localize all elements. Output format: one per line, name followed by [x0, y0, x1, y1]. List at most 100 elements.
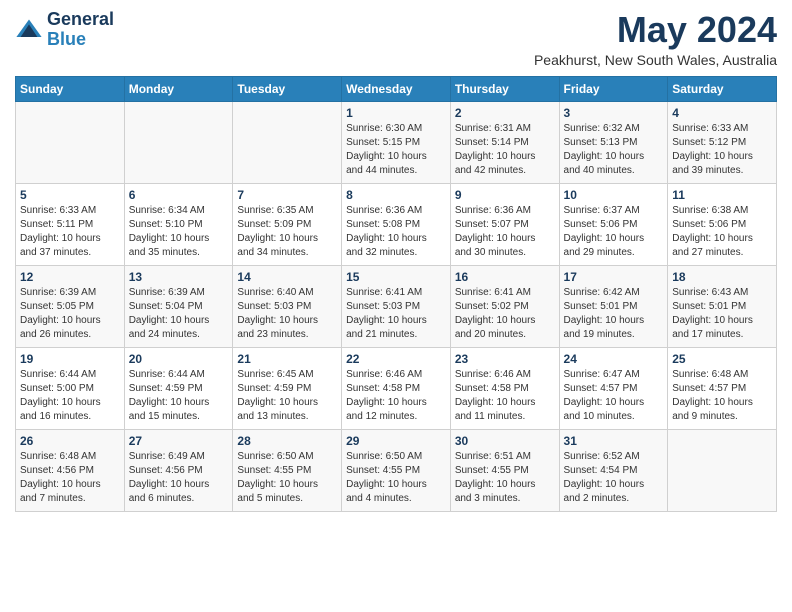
- day-info: Sunrise: 6:30 AM Sunset: 5:15 PM Dayligh…: [346, 122, 446, 178]
- header-tuesday: Tuesday: [233, 76, 342, 101]
- day-number: 15: [346, 270, 446, 284]
- calendar-cell: 15Sunrise: 6:41 AM Sunset: 5:03 PM Dayli…: [342, 265, 451, 347]
- day-number: 14: [237, 270, 337, 284]
- calendar-cell: 8 Sunrise: 6:36 AM Sunset: 5:08 PM Daylig…: [342, 183, 451, 265]
- day-number: 6: [129, 188, 229, 202]
- calendar-cell: 14 Sunrise: 6:40 AM Sunset: 5:03 PM Dayli…: [233, 265, 342, 347]
- calendar-cell: [668, 429, 777, 511]
- day-number: 12: [20, 270, 120, 284]
- day-info: Sunrise: 6:36 AM Sunset: 5:08 PM Dayligh…: [346, 204, 446, 260]
- day-info: Sunrise: 6:32 AM Sunset: 5:13 PM Dayligh…: [564, 122, 664, 178]
- calendar-week-2: 5 Sunrise: 6:33 AM Sunset: 5:11 PM Daylig…: [16, 183, 777, 265]
- calendar-cell: 5 Sunrise: 6:33 AM Sunset: 5:11 PM Daylig…: [16, 183, 125, 265]
- calendar-week-1: 1 Sunrise: 6:30 AM Sunset: 5:15 PM Daylig…: [16, 101, 777, 183]
- day-info: Sunrise: 6:39 AM Sunset: 5:05 PM Dayligh…: [20, 286, 120, 342]
- calendar-cell: 4Sunrise: 6:33 AM Sunset: 5:12 PM Daylig…: [668, 101, 777, 183]
- day-number: 30: [455, 434, 555, 448]
- day-info: Sunrise: 6:36 AM Sunset: 5:07 PM Dayligh…: [455, 204, 555, 260]
- calendar-cell: 27 Sunrise: 6:49 AM Sunset: 4:56 PM Dayli…: [124, 429, 233, 511]
- day-info: Sunrise: 6:44 AM Sunset: 4:59 PM Dayligh…: [129, 368, 229, 424]
- calendar-cell: 19Sunrise: 6:44 AM Sunset: 5:00 PM Dayli…: [16, 347, 125, 429]
- calendar-cell: 12 Sunrise: 6:39 AM Sunset: 5:05 PM Dayli…: [16, 265, 125, 347]
- day-info: Sunrise: 6:33 AM Sunset: 5:11 PM Dayligh…: [20, 204, 120, 260]
- day-number: 22: [346, 352, 446, 366]
- day-number: 7: [237, 188, 337, 202]
- day-info: Sunrise: 6:46 AM Sunset: 4:58 PM Dayligh…: [346, 368, 446, 424]
- day-number: 13: [129, 270, 229, 284]
- day-number: 29: [346, 434, 446, 448]
- calendar-cell: 1 Sunrise: 6:30 AM Sunset: 5:15 PM Daylig…: [342, 101, 451, 183]
- calendar-body: 1 Sunrise: 6:30 AM Sunset: 5:15 PM Daylig…: [16, 101, 777, 511]
- calendar-cell: 22 Sunrise: 6:46 AM Sunset: 4:58 PM Dayli…: [342, 347, 451, 429]
- day-info: Sunrise: 6:48 AM Sunset: 4:57 PM Dayligh…: [672, 368, 772, 424]
- location-subtitle: Peakhurst, New South Wales, Australia: [534, 52, 777, 68]
- day-info: Sunrise: 6:39 AM Sunset: 5:04 PM Dayligh…: [129, 286, 229, 342]
- day-number: 18: [672, 270, 772, 284]
- calendar-cell: 10 Sunrise: 6:37 AM Sunset: 5:06 PM Dayli…: [559, 183, 668, 265]
- day-number: 25: [672, 352, 772, 366]
- day-number: 2: [455, 106, 555, 120]
- logo-icon: [15, 16, 43, 44]
- day-number: 31: [564, 434, 664, 448]
- day-info: Sunrise: 6:46 AM Sunset: 4:58 PM Dayligh…: [455, 368, 555, 424]
- day-info: Sunrise: 6:47 AM Sunset: 4:57 PM Dayligh…: [564, 368, 664, 424]
- header-wednesday: Wednesday: [342, 76, 451, 101]
- logo-text: General Blue: [47, 10, 114, 50]
- day-number: 26: [20, 434, 120, 448]
- day-number: 16: [455, 270, 555, 284]
- header-monday: Monday: [124, 76, 233, 101]
- day-number: 23: [455, 352, 555, 366]
- day-number: 9: [455, 188, 555, 202]
- day-info: Sunrise: 6:52 AM Sunset: 4:54 PM Dayligh…: [564, 450, 664, 506]
- day-info: Sunrise: 6:34 AM Sunset: 5:10 PM Dayligh…: [129, 204, 229, 260]
- calendar-cell: 30Sunrise: 6:51 AM Sunset: 4:55 PM Dayli…: [450, 429, 559, 511]
- calendar-week-3: 12 Sunrise: 6:39 AM Sunset: 5:05 PM Dayli…: [16, 265, 777, 347]
- calendar-cell: 20Sunrise: 6:44 AM Sunset: 4:59 PM Dayli…: [124, 347, 233, 429]
- calendar-cell: 6 Sunrise: 6:34 AM Sunset: 5:10 PM Daylig…: [124, 183, 233, 265]
- day-number: 27: [129, 434, 229, 448]
- calendar-cell: 17Sunrise: 6:42 AM Sunset: 5:01 PM Dayli…: [559, 265, 668, 347]
- calendar-cell: 7 Sunrise: 6:35 AM Sunset: 5:09 PM Daylig…: [233, 183, 342, 265]
- day-number: 28: [237, 434, 337, 448]
- calendar-week-4: 19Sunrise: 6:44 AM Sunset: 5:00 PM Dayli…: [16, 347, 777, 429]
- calendar-cell: 26 Sunrise: 6:48 AM Sunset: 4:56 PM Dayli…: [16, 429, 125, 511]
- days-of-week-row: Sunday Monday Tuesday Wednesday Thursday…: [16, 76, 777, 101]
- page-header: General Blue May 2024 Peakhurst, New Sou…: [15, 10, 777, 68]
- calendar-cell: 9 Sunrise: 6:36 AM Sunset: 5:07 PM Daylig…: [450, 183, 559, 265]
- calendar-cell: 2 Sunrise: 6:31 AM Sunset: 5:14 PM Daylig…: [450, 101, 559, 183]
- calendar-cell: 16Sunrise: 6:41 AM Sunset: 5:02 PM Dayli…: [450, 265, 559, 347]
- day-info: Sunrise: 6:44 AM Sunset: 5:00 PM Dayligh…: [20, 368, 120, 424]
- calendar-header: Sunday Monday Tuesday Wednesday Thursday…: [16, 76, 777, 101]
- calendar-cell: 18Sunrise: 6:43 AM Sunset: 5:01 PM Dayli…: [668, 265, 777, 347]
- day-info: Sunrise: 6:50 AM Sunset: 4:55 PM Dayligh…: [237, 450, 337, 506]
- day-info: Sunrise: 6:48 AM Sunset: 4:56 PM Dayligh…: [20, 450, 120, 506]
- header-sunday: Sunday: [16, 76, 125, 101]
- day-number: 10: [564, 188, 664, 202]
- month-title: May 2024: [534, 10, 777, 50]
- day-number: 8: [346, 188, 446, 202]
- calendar-table: Sunday Monday Tuesday Wednesday Thursday…: [15, 76, 777, 512]
- day-number: 5: [20, 188, 120, 202]
- day-number: 21: [237, 352, 337, 366]
- calendar-cell: 11 Sunrise: 6:38 AM Sunset: 5:06 PM Dayli…: [668, 183, 777, 265]
- header-friday: Friday: [559, 76, 668, 101]
- calendar-cell: 24 Sunrise: 6:47 AM Sunset: 4:57 PM Dayli…: [559, 347, 668, 429]
- calendar-cell: 3 Sunrise: 6:32 AM Sunset: 5:13 PM Daylig…: [559, 101, 668, 183]
- header-saturday: Saturday: [668, 76, 777, 101]
- day-number: 17: [564, 270, 664, 284]
- calendar-cell: [16, 101, 125, 183]
- calendar-cell: 23 Sunrise: 6:46 AM Sunset: 4:58 PM Dayli…: [450, 347, 559, 429]
- day-info: Sunrise: 6:50 AM Sunset: 4:55 PM Dayligh…: [346, 450, 446, 506]
- day-info: Sunrise: 6:49 AM Sunset: 4:56 PM Dayligh…: [129, 450, 229, 506]
- day-info: Sunrise: 6:31 AM Sunset: 5:14 PM Dayligh…: [455, 122, 555, 178]
- day-number: 11: [672, 188, 772, 202]
- day-info: Sunrise: 6:35 AM Sunset: 5:09 PM Dayligh…: [237, 204, 337, 260]
- day-info: Sunrise: 6:37 AM Sunset: 5:06 PM Dayligh…: [564, 204, 664, 260]
- day-info: Sunrise: 6:38 AM Sunset: 5:06 PM Dayligh…: [672, 204, 772, 260]
- day-number: 1: [346, 106, 446, 120]
- day-info: Sunrise: 6:40 AM Sunset: 5:03 PM Dayligh…: [237, 286, 337, 342]
- day-number: 4: [672, 106, 772, 120]
- day-number: 24: [564, 352, 664, 366]
- calendar-cell: 13 Sunrise: 6:39 AM Sunset: 5:04 PM Dayli…: [124, 265, 233, 347]
- day-number: 3: [564, 106, 664, 120]
